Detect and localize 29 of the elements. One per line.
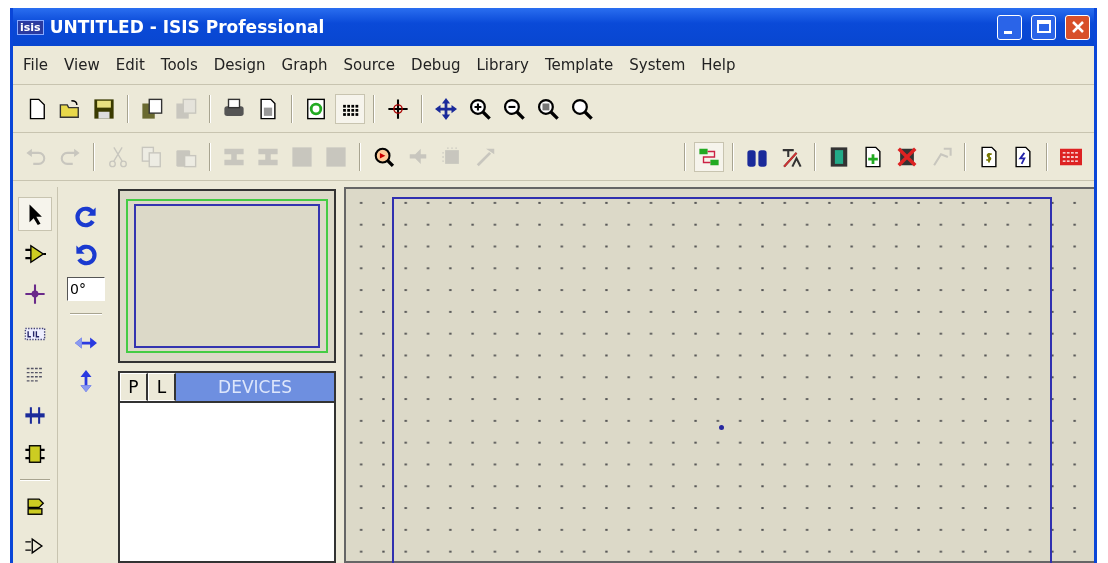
pointer-icon[interactable] xyxy=(18,197,52,231)
menu-item[interactable]: View xyxy=(56,52,108,78)
devices-header: DEVICES xyxy=(176,373,334,401)
menu-item[interactable]: Tools xyxy=(152,52,206,78)
origin-marker xyxy=(719,425,724,430)
menu-item[interactable]: Source xyxy=(335,52,404,78)
pick-button[interactable]: L xyxy=(148,373,176,401)
close-button[interactable] xyxy=(1065,14,1090,40)
maximize-icon xyxy=(1036,20,1051,34)
menu-item[interactable]: Library xyxy=(468,52,537,78)
menu-item[interactable]: File xyxy=(15,52,57,78)
close-icon xyxy=(1070,20,1085,34)
maximize-button[interactable] xyxy=(1031,14,1056,40)
menu-item[interactable]: Edit xyxy=(107,52,153,78)
minimize-button[interactable] xyxy=(997,14,1022,40)
menu-item[interactable]: Help xyxy=(693,52,744,78)
wiring-icon[interactable] xyxy=(694,141,724,172)
menu-item[interactable]: System xyxy=(621,52,694,78)
menu-item[interactable]: Design xyxy=(205,52,274,78)
app-logo: isis xyxy=(17,19,44,35)
menu-item[interactable]: Graph xyxy=(273,52,336,78)
menu-item[interactable]: Template xyxy=(536,52,622,78)
devices-list[interactable]: P L DEVICES xyxy=(118,371,336,563)
rotation-field[interactable]: 0° xyxy=(67,277,105,301)
grid-icon[interactable] xyxy=(335,93,365,124)
window-title: UNTITLED - ISIS Professional xyxy=(49,17,326,37)
minimize-icon xyxy=(1003,30,1012,34)
menu-item[interactable]: Debug xyxy=(403,52,469,78)
pick-button[interactable]: P xyxy=(120,373,148,401)
